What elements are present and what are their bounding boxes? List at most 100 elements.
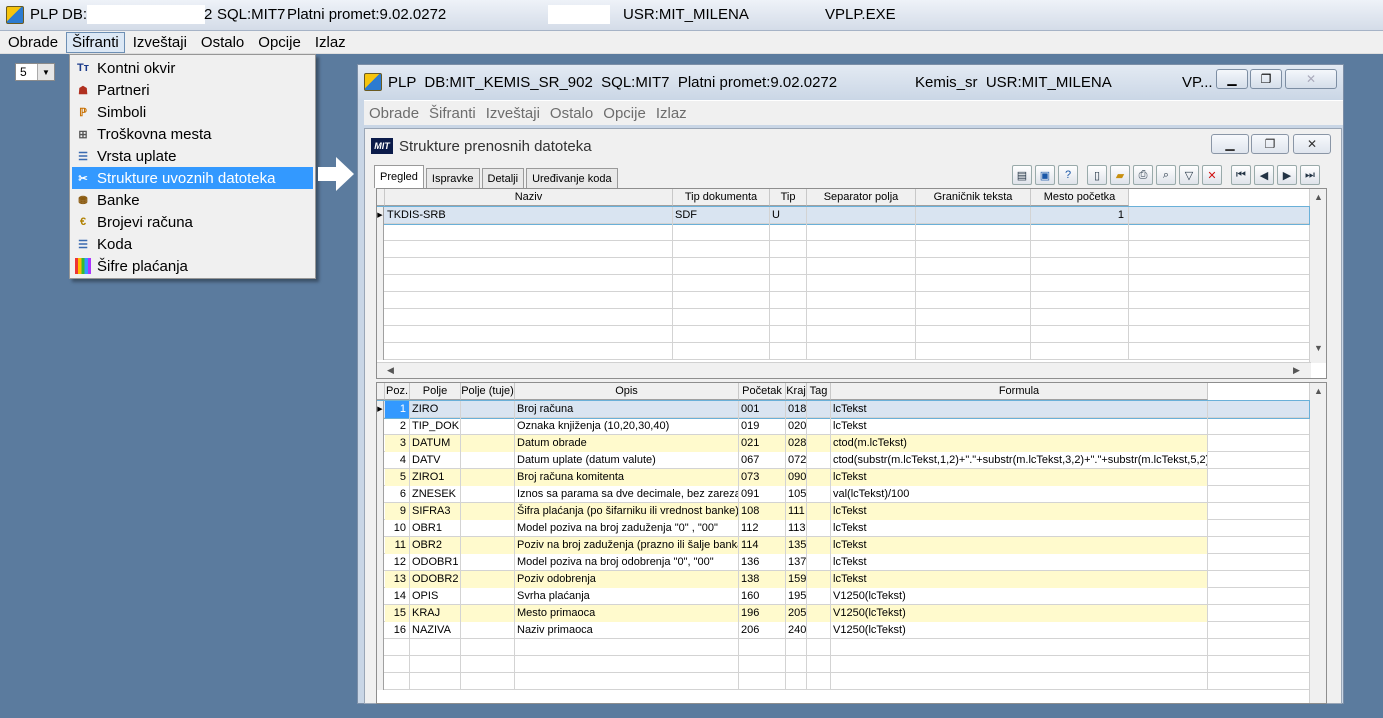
row-indicator[interactable] [377, 275, 384, 292]
menu-opcije[interactable]: Opcije [252, 32, 307, 53]
report-icon[interactable]: ▤ [1012, 165, 1032, 185]
inner-menu-opcije[interactable]: Opcije [603, 105, 646, 122]
horizontal-scrollbar[interactable]: ◀ ▶ [377, 362, 1311, 378]
column-header[interactable]: Separator polja [807, 189, 916, 206]
dd-kontni-okvir[interactable]: Tт Kontni okvir [72, 57, 313, 79]
row-indicator[interactable] [377, 503, 384, 520]
row-indicator[interactable] [377, 292, 384, 309]
column-header[interactable]: Polje (tuje) [461, 383, 515, 400]
row-indicator[interactable] [377, 469, 384, 486]
child-minimize-button[interactable]: ▁ [1211, 134, 1249, 154]
column-header[interactable]: Naziv [385, 189, 673, 206]
inner-menu-obrade[interactable]: Obrade [369, 105, 419, 122]
row-indicator[interactable] [377, 452, 384, 469]
tab-uredjivanje-koda[interactable]: Uređivanje koda [526, 168, 618, 188]
menu-izvestaji[interactable]: Izveštaji [127, 32, 193, 53]
table-row[interactable]: 14 OPIS Svrha plaćanja 160 195 V1250(lcTekst) [377, 588, 1309, 605]
table-row[interactable]: 10 OBR1 Model poziva na broj zaduženja "0"… [377, 520, 1309, 537]
table-row[interactable] [377, 639, 1309, 656]
row-indicator[interactable] [377, 588, 384, 605]
open-folder-icon[interactable]: ▰ [1110, 165, 1130, 185]
dd-brojevi-racuna[interactable]: € Brojevi računa [72, 211, 313, 233]
table-row[interactable]: 5 ZIRO1 Broj računa komitenta 073 090 lcTekst [377, 469, 1309, 486]
column-header[interactable]: Tip [770, 189, 807, 206]
prev-record-icon[interactable]: ◀ [1254, 165, 1274, 185]
last-record-icon[interactable]: ⏭ [1300, 165, 1320, 185]
filter-icon[interactable]: ▽ [1179, 165, 1199, 185]
row-indicator[interactable] [377, 241, 384, 258]
restore-button[interactable]: ❐ [1250, 69, 1282, 89]
row-indicator[interactable] [377, 639, 384, 656]
close-button[interactable]: ✕ [1285, 69, 1337, 89]
column-header[interactable]: Tip dokumenta [673, 189, 770, 206]
table-row[interactable]: 2 TIP_DOK Oznaka knjiženja (10,20,30,40) 01… [377, 418, 1309, 435]
column-header[interactable]: Graničnik teksta [916, 189, 1031, 206]
column-header[interactable]: Poz. [385, 383, 410, 400]
menu-obrade[interactable]: Obrade [2, 32, 64, 53]
table-row[interactable]: ▶ TKDIS-SRB SDF U 1 [377, 206, 1310, 225]
minimize-button[interactable]: ▁ [1216, 69, 1248, 89]
column-header[interactable]: Kraj [786, 383, 807, 400]
inner-menu-izlaz[interactable]: Izlaz [656, 105, 687, 122]
table-row[interactable] [377, 309, 1309, 326]
row-indicator[interactable] [377, 435, 384, 452]
dd-vrsta-uplate[interactable]: ☰ Vrsta uplate [72, 145, 313, 167]
tab-pregled[interactable]: Pregled [374, 165, 424, 188]
table-row[interactable] [377, 258, 1309, 275]
structures-grid[interactable]: ▲ ▼ ◀ ▶ Naziv Tip dokumenta Tip Separator p… [376, 188, 1327, 379]
row-indicator[interactable] [377, 622, 384, 639]
column-header[interactable]: Opis [515, 383, 739, 400]
column-header[interactable]: Tag [807, 383, 831, 400]
row-indicator[interactable] [377, 309, 384, 326]
table-row[interactable] [377, 241, 1309, 258]
vertical-scrollbar[interactable]: ▲ ▼ [1309, 189, 1326, 363]
table-row[interactable]: 9 SIFRA3 Šifra plaćanja (po šifarniku ili … [377, 503, 1309, 520]
column-header[interactable]: Mesto početka [1031, 189, 1129, 206]
row-indicator[interactable] [377, 673, 384, 690]
row-indicator[interactable] [377, 520, 384, 537]
inner-menu-izvestaji[interactable]: Izveštaji [486, 105, 540, 122]
help-icon[interactable]: ? [1058, 165, 1078, 185]
table-row[interactable]: 4 DATV Datum uplate (datum valute) 067 072 ct… [377, 452, 1309, 469]
table-row[interactable] [377, 673, 1309, 690]
table-row[interactable]: 11 OBR2 Poziv na broj zaduženja (prazno il… [377, 537, 1309, 554]
delete-icon[interactable]: ✕ [1202, 165, 1222, 185]
row-indicator[interactable] [377, 486, 384, 503]
table-row[interactable] [377, 326, 1309, 343]
row-indicator[interactable] [377, 605, 384, 622]
first-record-icon[interactable]: ⏮ [1231, 165, 1251, 185]
table-row[interactable]: 16 NAZIVA Naziv primaoca 206 240 V1250(lcTeks… [377, 622, 1309, 639]
inner-menu-sifranti[interactable]: Šifranti [429, 105, 476, 122]
row-indicator[interactable] [377, 571, 384, 588]
dd-troskovna-mesta[interactable]: ⊞ Troškovna mesta [72, 123, 313, 145]
dd-koda[interactable]: ☰ Koda [72, 233, 313, 255]
next-record-icon[interactable]: ▶ [1277, 165, 1297, 185]
tab-ispravke[interactable]: Ispravke [425, 168, 480, 188]
dd-banke[interactable]: ⛃ Banke [72, 189, 313, 211]
column-header[interactable]: Formula [831, 383, 1208, 400]
tab-detalji[interactable]: Detalji [481, 168, 525, 188]
chevron-down-icon[interactable]: ▼ [37, 64, 54, 80]
row-indicator[interactable] [377, 326, 384, 343]
child-close-button[interactable]: ✕ [1293, 134, 1331, 154]
menu-ostalo[interactable]: Ostalo [195, 32, 250, 53]
table-row[interactable] [377, 275, 1309, 292]
table-row[interactable] [377, 656, 1309, 673]
menu-izlaz[interactable]: Izlaz [309, 32, 352, 53]
table-row[interactable]: 12 ODOBR1 Model poziva na broj odobrenja "… [377, 554, 1309, 571]
vertical-scrollbar[interactable]: ▲ [1309, 383, 1326, 703]
row-indicator[interactable] [377, 343, 384, 360]
menu-sifranti[interactable]: Šifranti [66, 31, 125, 53]
print-icon[interactable]: ⎙ [1133, 165, 1153, 185]
search-icon[interactable]: ⌕ [1156, 165, 1176, 185]
dd-simboli[interactable]: ℙ Simboli [72, 101, 313, 123]
new-document-icon[interactable]: ▯ [1087, 165, 1107, 185]
fields-grid[interactable]: ▲ Poz. Polje Polje (tuje) Opis Početak Kraj Ta… [376, 382, 1327, 704]
row-indicator[interactable] [377, 418, 384, 435]
table-row[interactable] [377, 343, 1309, 360]
dd-partneri[interactable]: ☗ Partneri [72, 79, 313, 101]
column-header[interactable]: Polje [410, 383, 461, 400]
child-restore-button[interactable]: ❐ [1251, 134, 1289, 154]
dd-strukture-uvoznih-datoteka[interactable]: ✂ Strukture uvoznih datoteka [72, 167, 313, 189]
row-indicator[interactable]: ▶ [377, 401, 384, 418]
